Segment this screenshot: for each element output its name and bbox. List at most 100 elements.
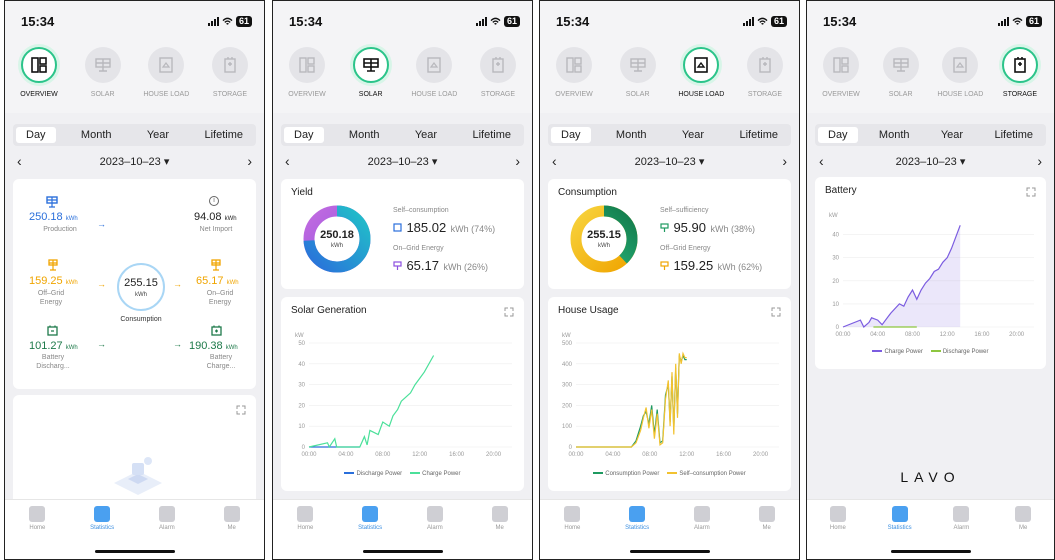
self-consumption-icon (393, 223, 402, 232)
house-usage-card: House Usage kW 0 100 200 300 400 500 00:00 04:00… (548, 297, 791, 491)
next-date-button[interactable]: › (782, 153, 787, 169)
y-tick-label: 0 (569, 445, 573, 451)
self-sufficiency-icon (660, 223, 669, 233)
tab-month[interactable]: Month (71, 127, 122, 143)
card-title: House Usage (558, 305, 619, 316)
nav-statistics[interactable]: Statistics (77, 506, 127, 531)
phone-overview: 15:34 61 OVERVIEW SOLAR HOUSE LOAD STORA… (4, 0, 265, 560)
status-bar: 15:34 61 (807, 1, 1054, 41)
nav-alarm[interactable]: Alarm (410, 506, 460, 531)
category-solar[interactable]: SOLAR (873, 47, 929, 113)
nav-me[interactable]: Me (742, 506, 792, 531)
signal-icon (742, 16, 754, 26)
series-area (843, 225, 961, 327)
date-picker[interactable]: 2023–10–23 ▾ (100, 155, 170, 168)
category-storage[interactable]: STORAGE (737, 47, 793, 113)
category-house-load[interactable]: HOUSE LOAD (138, 47, 194, 113)
flow-arrow: → (97, 339, 106, 349)
nav-label: Home (829, 525, 846, 531)
category-solar[interactable]: SOLAR (610, 47, 666, 113)
nav-me[interactable]: Me (475, 506, 525, 531)
y-tick-label: 100 (562, 424, 573, 430)
category-overview[interactable]: OVERVIEW (813, 47, 869, 113)
tab-year[interactable]: Year (405, 127, 447, 143)
category-solar[interactable]: SOLAR (343, 47, 399, 113)
category-label: STORAGE (1002, 91, 1038, 98)
alarm-icon (158, 506, 175, 522)
category-storage[interactable]: STORAGE (202, 47, 258, 113)
category-house-load[interactable]: HOUSE LOAD (932, 47, 988, 113)
nav-me[interactable]: Me (998, 506, 1048, 531)
tab-lifetime[interactable]: Lifetime (194, 127, 253, 143)
expand-icon[interactable] (771, 307, 781, 317)
nav-me[interactable]: Me (207, 506, 257, 531)
yield-card: Yield 250.18 kWh Self–consumption 185.02… (281, 179, 524, 289)
home-icon (29, 506, 46, 522)
previous-date-button[interactable]: ‹ (285, 153, 290, 169)
date-picker[interactable]: 2023–10–23 ▾ (368, 155, 438, 168)
tab-month[interactable]: Month (606, 127, 657, 143)
expand-icon[interactable] (236, 405, 246, 415)
nav-alarm[interactable]: Alarm (936, 506, 986, 531)
tab-month[interactable]: Month (869, 127, 920, 143)
tab-year[interactable]: Year (137, 127, 179, 143)
tab-year[interactable]: Year (931, 127, 973, 143)
tab-year[interactable]: Year (672, 127, 714, 143)
category-overview[interactable]: OVERVIEW (11, 47, 67, 113)
tab-lifetime[interactable]: Lifetime (729, 127, 788, 143)
category-selector: OVERVIEW SOLAR HOUSE LOAD STORAGE (540, 41, 799, 113)
category-selector: OVERVIEW SOLAR HOUSE LOAD STORAGE (807, 41, 1054, 113)
nav-home[interactable]: Home (813, 506, 863, 531)
ongrid-value: 65.17 (406, 258, 439, 273)
y-tick-label: 30 (832, 256, 839, 262)
y-tick-label: 200 (562, 403, 573, 409)
tab-lifetime[interactable]: Lifetime (984, 127, 1043, 143)
previous-date-button[interactable]: ‹ (552, 153, 557, 169)
next-date-button[interactable]: › (247, 153, 252, 169)
tab-month[interactable]: Month (339, 127, 390, 143)
category-label: HOUSE LOAD (937, 91, 984, 98)
flow-arrow: → (173, 339, 182, 349)
empty-state-illustration (114, 457, 162, 495)
nav-statistics[interactable]: Statistics (612, 506, 662, 531)
category-storage[interactable]: STORAGE (992, 47, 1048, 113)
category-overview[interactable]: OVERVIEW (546, 47, 602, 113)
nav-alarm[interactable]: Alarm (677, 506, 727, 531)
wifi-icon (490, 17, 501, 25)
x-tick-label: 16:00 (716, 452, 732, 458)
previous-date-button[interactable]: ‹ (819, 153, 824, 169)
tab-day[interactable]: Day (284, 127, 324, 143)
next-date-button[interactable]: › (1037, 153, 1042, 169)
production-label: Production (43, 226, 77, 233)
nav-statistics[interactable]: Statistics (345, 506, 395, 531)
previous-date-button[interactable]: ‹ (17, 153, 22, 169)
tab-day[interactable]: Day (16, 127, 56, 143)
offgrid-value: 159.25 kWh (29, 275, 78, 287)
info-icon[interactable]: i (209, 196, 219, 206)
category-house-load[interactable]: HOUSE LOAD (673, 47, 729, 113)
tab-lifetime[interactable]: Lifetime (462, 127, 521, 143)
category-storage[interactable]: STORAGE (470, 47, 526, 113)
date-picker[interactable]: 2023–10–23 ▾ (635, 155, 705, 168)
nav-statistics[interactable]: Statistics (875, 506, 925, 531)
overview-icon (566, 57, 582, 73)
off-grid-solar-icon (48, 259, 58, 271)
next-date-button[interactable]: › (515, 153, 520, 169)
production-value: 250.18 kWh (29, 211, 78, 223)
category-house-load[interactable]: HOUSE LOAD (406, 47, 462, 113)
nav-home[interactable]: Home (12, 506, 62, 531)
donut-unit: kWh (598, 243, 610, 249)
expand-icon[interactable] (504, 307, 514, 317)
category-selector: OVERVIEW SOLAR HOUSE LOAD STORAGE (273, 41, 532, 113)
date-picker[interactable]: 2023–10–23 ▾ (896, 155, 966, 168)
tab-day[interactable]: Day (551, 127, 591, 143)
category-solar[interactable]: SOLAR (75, 47, 131, 113)
nav-home[interactable]: Home (280, 506, 330, 531)
battery-charge-value: 190.38 kWh (189, 340, 238, 352)
category-overview[interactable]: OVERVIEW (279, 47, 335, 113)
expand-icon[interactable] (1026, 187, 1036, 197)
nav-home[interactable]: Home (547, 506, 597, 531)
nav-alarm[interactable]: Alarm (142, 506, 192, 531)
home-indicator (890, 550, 971, 553)
tab-day[interactable]: Day (818, 127, 858, 143)
